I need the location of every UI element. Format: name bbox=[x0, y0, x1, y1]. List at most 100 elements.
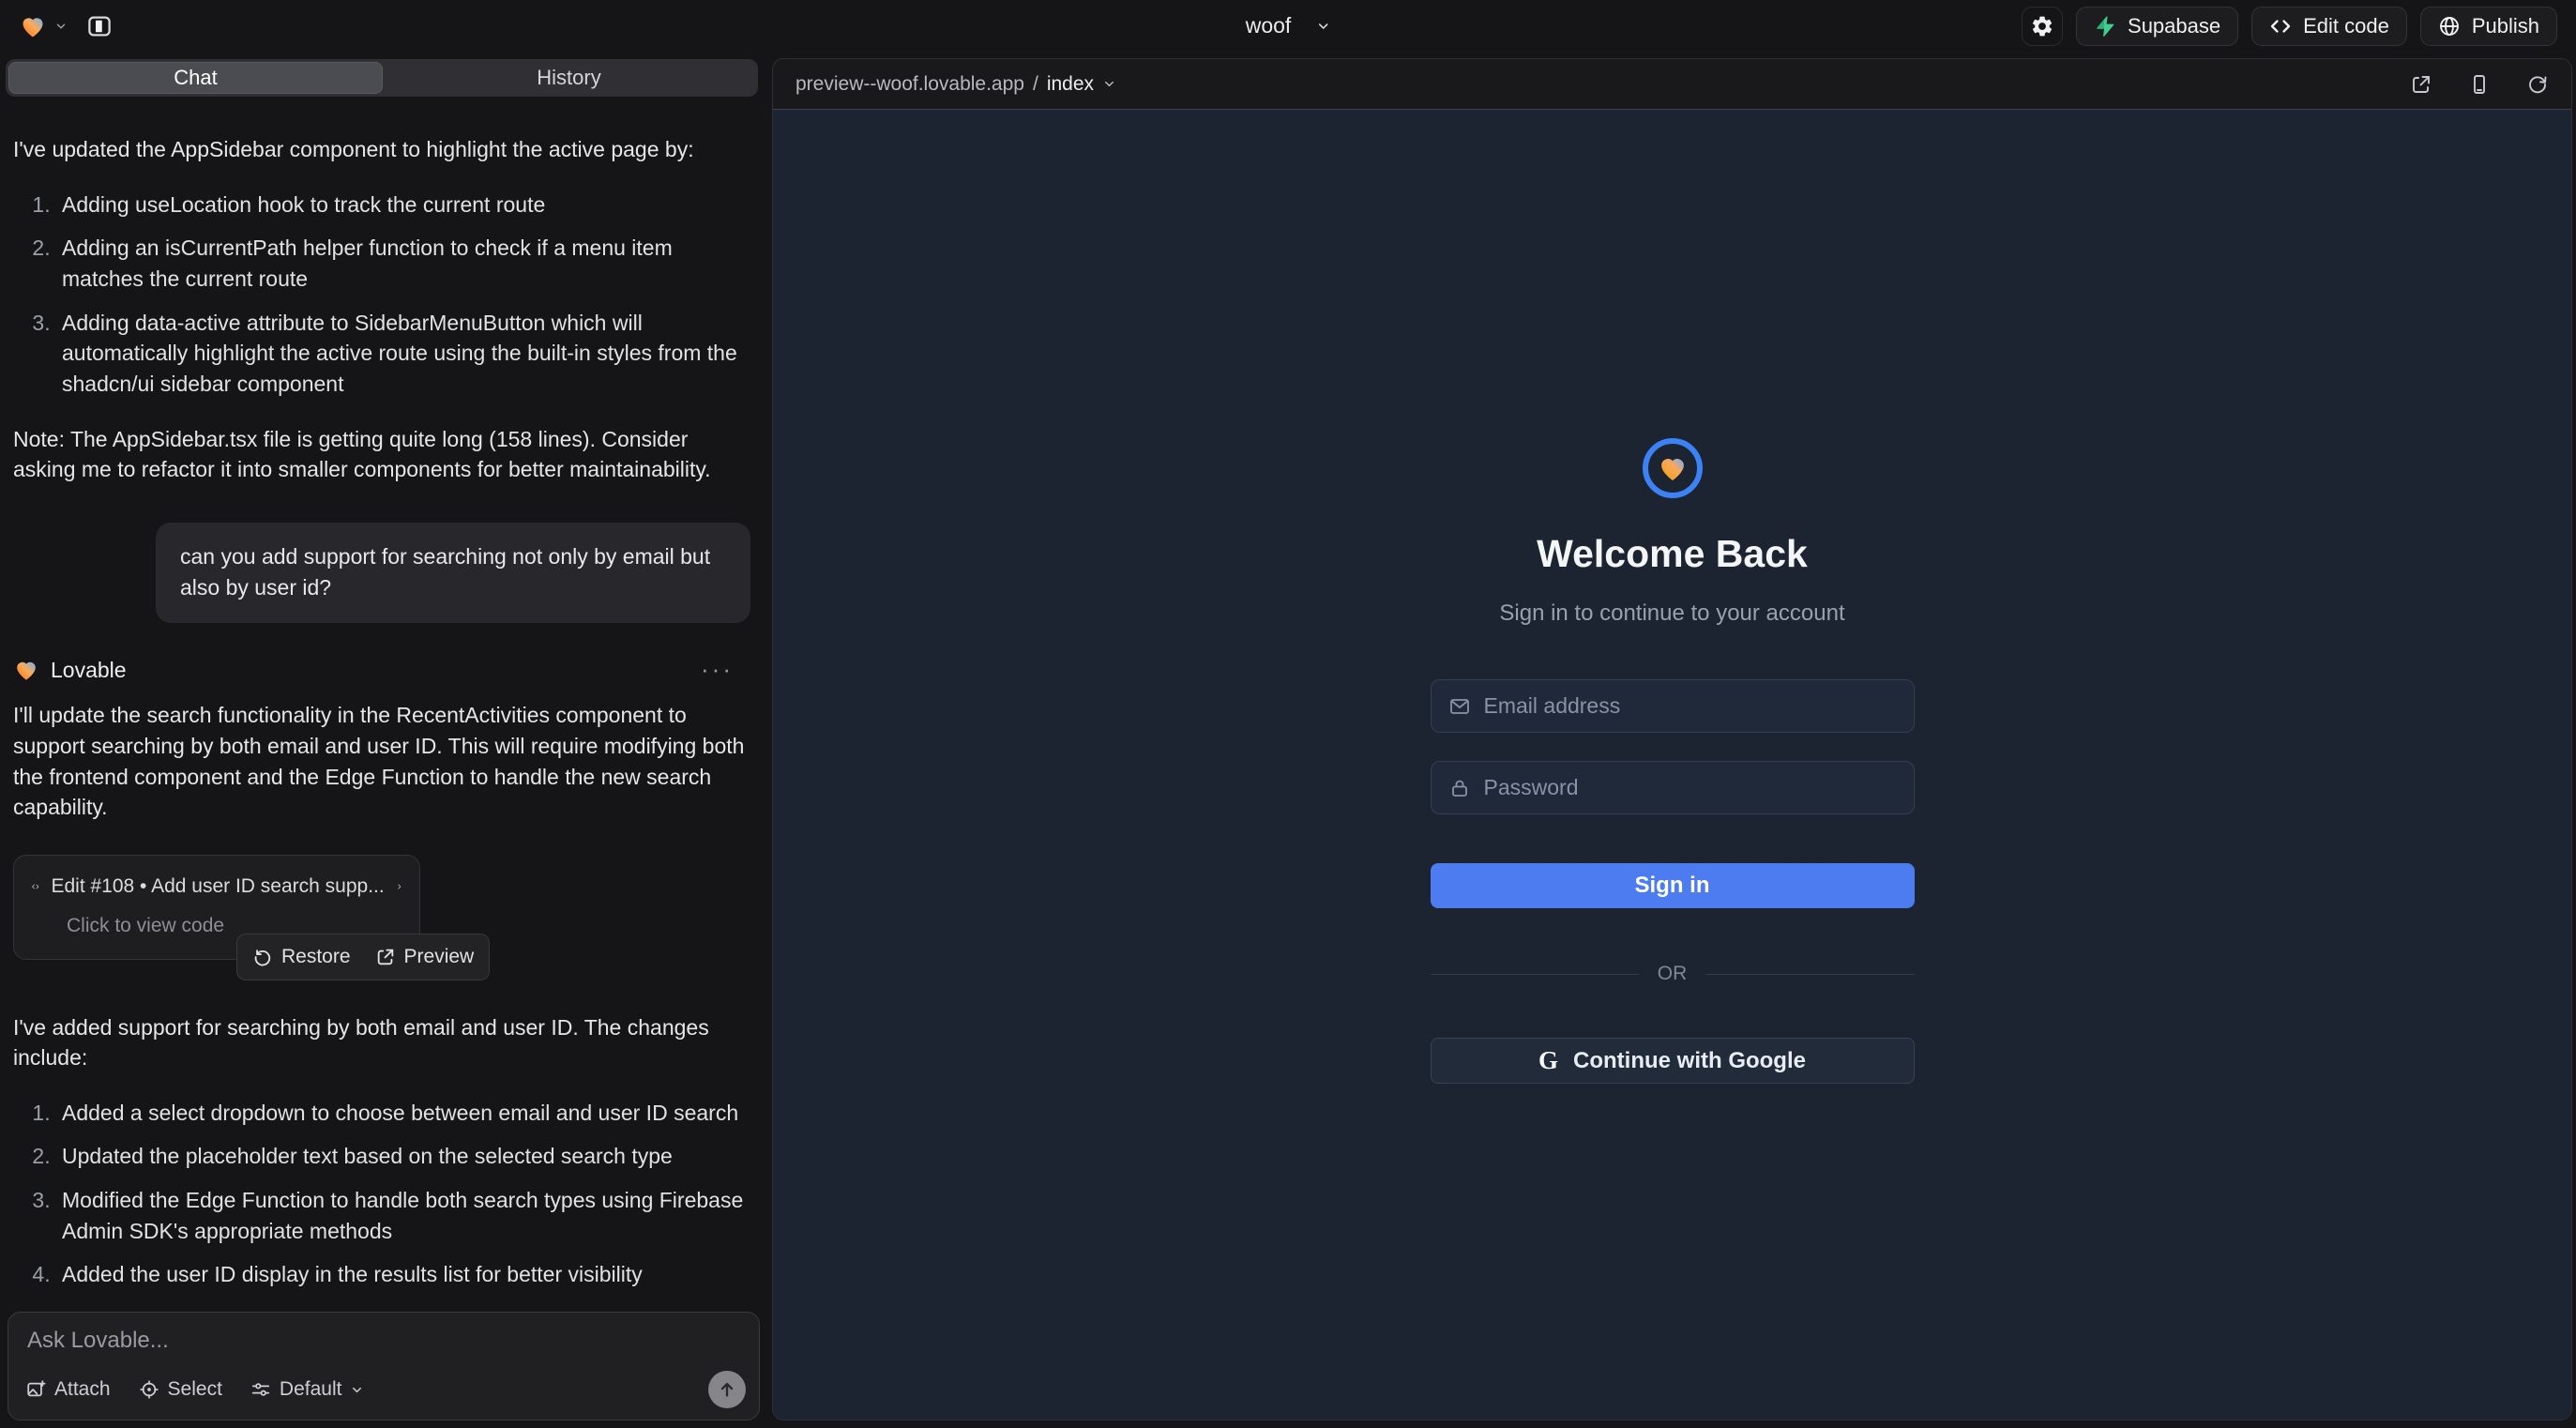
edit-code-label: Edit code bbox=[2303, 14, 2389, 38]
chevron-down-icon bbox=[350, 1383, 364, 1397]
email-field-wrapper bbox=[1431, 679, 1915, 733]
preview-url-separator: / bbox=[1033, 73, 1038, 96]
preview-url-selector[interactable]: preview--woof.lovable.app / index bbox=[796, 73, 1116, 96]
top-bar: woof Supabase Edit code bbox=[0, 0, 2576, 52]
assistant-message-header: Lovable ··· bbox=[13, 655, 750, 686]
google-g-icon: G bbox=[1538, 1046, 1558, 1075]
mail-icon bbox=[1448, 695, 1471, 718]
list-item: Modified the Edge Function to handle bot… bbox=[56, 1185, 750, 1246]
edit-card-wrapper: Edit #108 • Add user ID search supp... C… bbox=[13, 855, 750, 960]
select-button[interactable]: Select bbox=[139, 1378, 222, 1401]
globe-icon bbox=[2438, 15, 2461, 38]
list-item: Added the user ID display in the results… bbox=[56, 1259, 750, 1290]
chat-history-tabs: Chat History bbox=[6, 59, 758, 97]
attach-label: Attach bbox=[54, 1378, 111, 1401]
lovable-heart-icon bbox=[19, 12, 47, 40]
tab-history[interactable]: History bbox=[383, 62, 755, 94]
preview-header: preview--woof.lovable.app / index bbox=[773, 59, 2571, 109]
chevron-right-icon bbox=[396, 877, 402, 896]
attach-image-icon bbox=[25, 1379, 46, 1400]
chevron-down-icon bbox=[1102, 77, 1116, 91]
assistant-message-note: Note: The AppSidebar.tsx file is getting… bbox=[13, 424, 750, 485]
email-field[interactable] bbox=[1484, 693, 1897, 719]
sign-in-button[interactable]: Sign in bbox=[1431, 863, 1915, 908]
assistant-name: Lovable bbox=[51, 655, 127, 686]
preview-url-domain: preview--woof.lovable.app bbox=[796, 73, 1024, 96]
chat-composer[interactable]: Attach Select bbox=[8, 1312, 760, 1420]
password-field[interactable] bbox=[1484, 775, 1897, 800]
restore-button[interactable]: Restore bbox=[252, 943, 351, 971]
preview-button[interactable]: Preview bbox=[375, 943, 475, 971]
sliders-icon bbox=[250, 1379, 271, 1400]
select-label: Select bbox=[168, 1378, 222, 1401]
publish-label: Publish bbox=[2472, 14, 2539, 38]
or-label: OR bbox=[1658, 963, 1688, 985]
select-target-icon bbox=[139, 1379, 159, 1400]
password-field-wrapper bbox=[1431, 761, 1915, 814]
user-message-bubble: can you add support for searching not on… bbox=[156, 523, 750, 623]
supabase-button[interactable]: Supabase bbox=[2076, 7, 2238, 46]
list-item: Adding data-active attribute to SidebarM… bbox=[56, 308, 750, 400]
lock-icon bbox=[1448, 777, 1471, 799]
restore-label: Restore bbox=[281, 943, 351, 971]
chat-messages[interactable]: I've updated the AppSidebar component to… bbox=[0, 106, 764, 1304]
lovable-heart-icon bbox=[13, 657, 39, 683]
assistant-message-list: Adding useLocation hook to track the cur… bbox=[13, 190, 750, 400]
send-arrow-icon bbox=[717, 1379, 737, 1400]
restore-icon bbox=[252, 947, 273, 967]
attach-button[interactable]: Attach bbox=[25, 1378, 111, 1401]
message-menu-button[interactable]: ··· bbox=[701, 663, 734, 676]
assistant-message-body: I've added support for searching by both… bbox=[13, 1012, 750, 1073]
code-icon bbox=[31, 874, 39, 899]
edit-card-toolbar: Restore Preview bbox=[236, 934, 490, 980]
chevron-down-icon bbox=[54, 20, 68, 33]
composer-toolbar: Attach Select bbox=[25, 1371, 746, 1408]
chat-input[interactable] bbox=[27, 1328, 740, 1365]
external-link-icon bbox=[375, 947, 396, 967]
app-logo bbox=[1643, 438, 1703, 498]
tab-chat-label: Chat bbox=[174, 66, 217, 90]
project-chevron-down-icon[interactable] bbox=[1315, 19, 1330, 34]
code-icon bbox=[2269, 15, 2292, 38]
supabase-label: Supabase bbox=[2128, 14, 2220, 38]
project-title: woof bbox=[1246, 13, 1292, 38]
google-sign-in-button[interactable]: G Continue with Google bbox=[1431, 1038, 1915, 1084]
assistant-message-intro: I've updated the AppSidebar component to… bbox=[13, 134, 750, 165]
assistant-message-list: Added a select dropdown to choose betwee… bbox=[13, 1098, 750, 1290]
refresh-icon[interactable] bbox=[2526, 73, 2549, 96]
list-item: Adding an isCurrentPath helper function … bbox=[56, 233, 750, 294]
sidebar-toggle-button[interactable] bbox=[81, 8, 118, 45]
preview-url-page: index bbox=[1047, 73, 1094, 96]
supabase-icon bbox=[2094, 15, 2116, 38]
list-item: Adding useLocation hook to track the cur… bbox=[56, 190, 750, 220]
sign-in-card: Welcome Back Sign in to continue to your… bbox=[1431, 438, 1915, 1420]
divider-line bbox=[1431, 974, 1639, 975]
tab-chat[interactable]: Chat bbox=[8, 62, 383, 94]
divider-line bbox=[1705, 974, 1914, 975]
preview-panel: preview--woof.lovable.app / index bbox=[772, 58, 2572, 1420]
mode-label: Default bbox=[280, 1378, 342, 1401]
send-button[interactable] bbox=[708, 1371, 746, 1408]
list-item: Updated the placeholder text based on th… bbox=[56, 1141, 750, 1172]
chat-panel: Chat History I've updated the AppSidebar… bbox=[0, 52, 764, 1428]
preview-app-frame: Welcome Back Sign in to continue to your… bbox=[773, 109, 2571, 1420]
edit-code-button[interactable]: Edit code bbox=[2251, 7, 2407, 46]
mode-selector[interactable]: Default bbox=[250, 1378, 365, 1401]
assistant-message-intro: I'll update the search functionality in … bbox=[13, 700, 750, 823]
list-item: Added a select dropdown to choose betwee… bbox=[56, 1098, 750, 1129]
app-heart-icon bbox=[1657, 452, 1689, 484]
google-button-label: Continue with Google bbox=[1573, 1048, 1806, 1074]
preview-label: Preview bbox=[404, 943, 475, 971]
or-divider: OR bbox=[1431, 963, 1915, 985]
settings-button[interactable] bbox=[2022, 7, 2063, 46]
lovable-logo-menu[interactable] bbox=[19, 12, 68, 40]
mobile-view-icon[interactable] bbox=[2468, 73, 2491, 96]
page-subtitle: Sign in to continue to your account bbox=[1499, 600, 1844, 627]
publish-button[interactable]: Publish bbox=[2420, 7, 2557, 46]
open-in-new-tab-icon[interactable] bbox=[2410, 73, 2432, 96]
tab-history-label: History bbox=[537, 66, 600, 90]
page-title: Welcome Back bbox=[1537, 532, 1808, 576]
gear-icon bbox=[2030, 14, 2054, 38]
edit-card-title: Edit #108 • Add user ID search supp... bbox=[51, 873, 384, 901]
sidebar-toggle-icon bbox=[85, 12, 114, 40]
